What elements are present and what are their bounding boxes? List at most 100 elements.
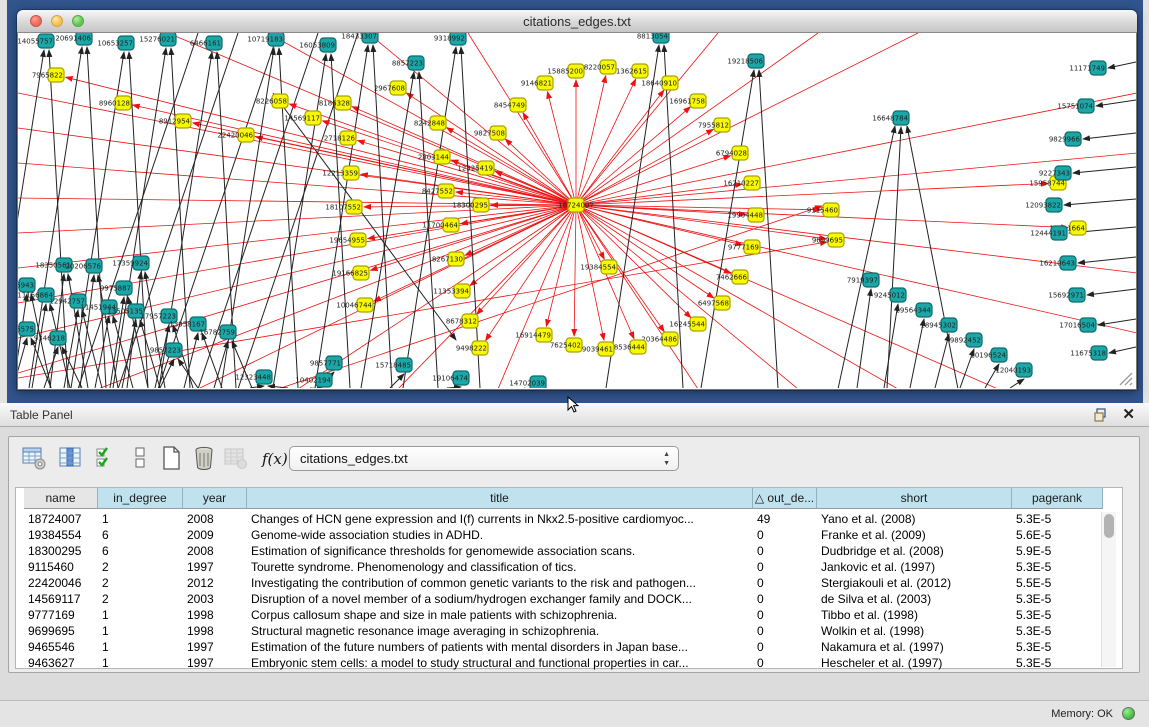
network-canvas[interactable]: 1830029512325419982750884547499146821158… [17, 33, 1137, 390]
new-table-button[interactable] [159, 445, 185, 471]
graph-node[interactable]: 9829966 [1049, 132, 1081, 146]
graph-node[interactable]: 15751074 [1057, 99, 1094, 113]
cell-year[interactable]: 2008 [187, 543, 245, 559]
cell-out_de[interactable]: 0 [757, 655, 815, 671]
cell-title[interactable]: Genome-wide association studies in ADHD. [251, 527, 751, 543]
cell-pagerank[interactable]: 5.3E-5 [1016, 511, 1101, 527]
graph-node[interactable]: 9699695 [812, 233, 844, 247]
graph-node[interactable]: 8960128 [99, 96, 131, 110]
graph-node[interactable]: 16210643 [1039, 256, 1076, 270]
function-builder-button[interactable]: f(x) [262, 450, 288, 468]
graph-node[interactable]: 20691406 [55, 33, 92, 45]
graph-node[interactable]: 18945302 [920, 318, 957, 332]
cell-name[interactable]: 19384554 [28, 527, 96, 543]
column-header-5[interactable]: short [817, 488, 1012, 509]
cell-name[interactable]: 18724007 [28, 511, 96, 527]
graph-node[interactable]: 16914479 [515, 328, 552, 342]
graph-node[interactable]: 9146821 [521, 76, 553, 90]
network-window[interactable]: citations_edges.txt 18300295123254199827… [17, 10, 1137, 390]
resize-grip-icon[interactable] [1118, 371, 1134, 387]
graph-node[interactable]: 9245012 [874, 288, 906, 302]
graph-node[interactable]: 15718485 [375, 358, 412, 372]
graph-node[interactable]: 8454749 [494, 98, 526, 112]
cell-pagerank[interactable]: 5.3E-5 [1016, 591, 1101, 607]
cell-pagerank[interactable]: 5.9E-5 [1016, 543, 1101, 559]
cell-year[interactable]: 2009 [187, 527, 245, 543]
column-header-2[interactable]: year [183, 488, 247, 509]
cell-out_de[interactable]: 0 [757, 591, 815, 607]
graph-node[interactable]: 2803144 [418, 150, 450, 164]
graph-node[interactable]: 6497568 [698, 296, 730, 310]
cell-short[interactable]: Jankovic et al. (1997) [821, 559, 1010, 575]
cell-year[interactable]: 1997 [187, 559, 245, 575]
select-columns-button[interactable] [93, 445, 119, 471]
graph-node[interactable]: 8813054 [637, 33, 669, 43]
column-header-3[interactable]: title [247, 488, 753, 509]
graph-node[interactable]: 8912954 [159, 114, 191, 128]
cell-title[interactable]: Tourette syndrome. Phenomenology and cla… [251, 559, 751, 575]
cell-name[interactable]: 9115460 [28, 559, 96, 575]
graph-node[interactable]: 17016504 [1059, 318, 1096, 332]
cell-out_de[interactable]: 0 [757, 575, 815, 591]
close-panel-icon[interactable]: ✕ [1122, 405, 1135, 423]
graph-node[interactable]: 9827508 [474, 126, 506, 140]
graph-node[interactable]: 20364486 [641, 332, 678, 346]
cell-pagerank[interactable]: 5.3E-5 [1016, 655, 1101, 671]
cell-short[interactable]: Stergiakouli et al. (2012) [821, 575, 1010, 591]
cell-in_degree[interactable]: 2 [102, 591, 181, 607]
cell-year[interactable]: 2003 [187, 591, 245, 607]
cell-title[interactable]: Corpus callosum shape and size in male p… [251, 607, 751, 623]
graph-node[interactable]: 11171749 [1069, 61, 1106, 75]
graph-node[interactable]: 16245544 [669, 317, 706, 331]
cell-in_degree[interactable]: 6 [102, 543, 181, 559]
column-header-0[interactable]: name [24, 488, 98, 509]
cell-pagerank[interactable]: 5.5E-5 [1016, 575, 1101, 591]
graph-node[interactable]: 9777169 [728, 240, 760, 254]
cell-short[interactable]: Franke et al. (2009) [821, 527, 1010, 543]
graph-node[interactable]: 10402194 [295, 373, 332, 387]
graph-node[interactable]: 10046744 [336, 298, 373, 312]
cell-pagerank[interactable]: 5.3E-5 [1016, 639, 1101, 655]
cell-short[interactable]: Tibbo et al. (1998) [821, 607, 1010, 623]
graph-node[interactable]: 10196524 [970, 348, 1007, 362]
graph-node[interactable]: 9892452 [950, 333, 982, 347]
graph-node[interactable]: 3915943 [18, 278, 35, 292]
cell-out_de[interactable]: 0 [757, 559, 815, 575]
graph-node[interactable]: 19904448 [727, 208, 764, 222]
graph-node[interactable]: 18536444 [609, 340, 646, 354]
graph-node[interactable]: 10653257 [97, 36, 134, 50]
graph-node[interactable]: 9318992 [434, 33, 466, 45]
cell-year[interactable]: 1998 [187, 623, 245, 639]
scrollbar-thumb[interactable] [1104, 514, 1114, 538]
graph-node[interactable]: 17359924 [112, 256, 149, 270]
column-header-4[interactable]: △ out_de... [753, 488, 817, 509]
graph-node[interactable]: 8226058 [256, 94, 288, 108]
graph-node[interactable]: 15276021 [139, 33, 176, 46]
cell-in_degree[interactable]: 1 [102, 623, 181, 639]
graph-node[interactable]: 14702039 [509, 376, 546, 388]
cell-out_de[interactable]: 49 [757, 511, 815, 527]
cell-short[interactable]: Dudbridge et al. (2008) [821, 543, 1010, 559]
cell-name[interactable]: 18300295 [28, 543, 96, 559]
graph-node[interactable]: 19166825 [332, 266, 369, 280]
cell-name[interactable]: 9463627 [28, 655, 96, 671]
graph-node[interactable]: 15885200 [547, 64, 584, 78]
cell-out_de[interactable]: 0 [757, 607, 815, 623]
cell-pagerank[interactable]: 5.3E-5 [1016, 623, 1101, 639]
graph-node[interactable]: 8267130 [432, 252, 464, 266]
graph-node[interactable]: 16210227 [723, 176, 760, 190]
cell-short[interactable]: Wolkin et al. (1998) [821, 623, 1010, 639]
cell-out_de[interactable]: 0 [757, 623, 815, 639]
graph-node[interactable]: 19039461 [577, 342, 614, 356]
graph-node[interactable]: 8242848 [414, 116, 446, 130]
cell-name[interactable]: 14569117 [28, 591, 96, 607]
graph-node[interactable]: 15692971 [1048, 288, 1085, 302]
cell-name[interactable]: 9465546 [28, 639, 96, 655]
cell-title[interactable]: Disruption of a novel member of a sodium… [251, 591, 751, 607]
graph-node[interactable]: 16648784 [872, 111, 909, 125]
cell-in_degree[interactable]: 2 [102, 575, 181, 591]
cell-in_degree[interactable]: 1 [102, 607, 181, 623]
cell-short[interactable]: de Silva et al. (2003) [821, 591, 1010, 607]
graph-node[interactable]: 10355575 [18, 322, 35, 336]
graph-node[interactable]: 7965822 [32, 68, 64, 82]
